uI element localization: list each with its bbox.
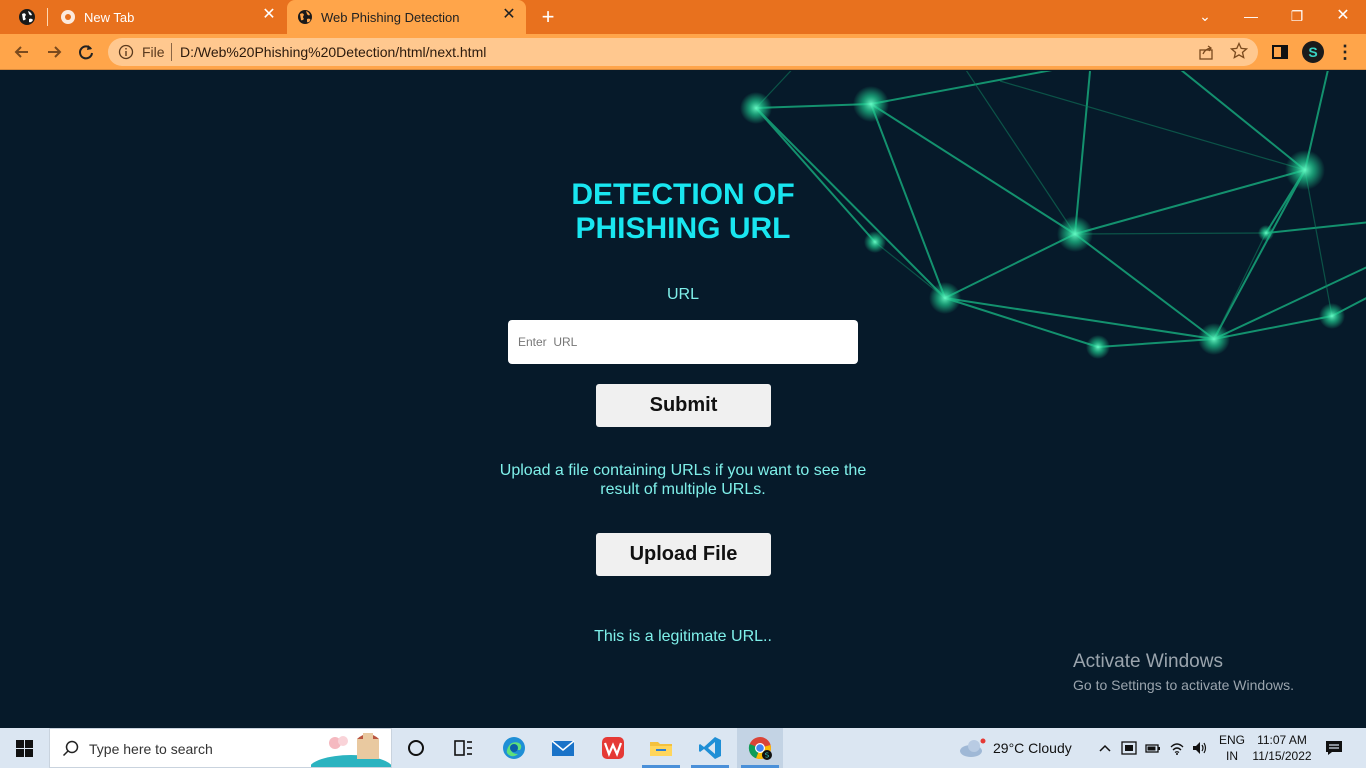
edge-icon: [503, 737, 525, 759]
svg-text:S: S: [765, 752, 770, 760]
bookmark-star-icon[interactable]: [1230, 42, 1248, 60]
tab-title: Web Phishing Detection: [321, 10, 460, 25]
forward-arrow-icon[interactable]: [44, 42, 64, 62]
region-code: IN: [1226, 749, 1238, 763]
upload-file-button[interactable]: Upload File: [596, 533, 771, 576]
taskbar-mail[interactable]: [540, 728, 586, 768]
address-bar[interactable]: File D:/Web%20Phishing%20Detection/html/…: [108, 38, 1258, 66]
minimize-icon[interactable]: —: [1241, 6, 1261, 26]
tab-title: New Tab: [84, 10, 135, 25]
page-title-line-1: DETECTION OF: [571, 178, 795, 211]
cortana-icon: [408, 740, 424, 756]
windows-taskbar: Type here to search S 29°C Cloudy ENG IN…: [0, 728, 1366, 768]
info-icon[interactable]: [118, 44, 134, 60]
new-tab-plus-icon[interactable]: +: [538, 6, 558, 28]
weather-text[interactable]: 29°C Cloudy: [993, 740, 1072, 756]
activate-windows-watermark: Activate Windows Go to Settings to activ…: [1073, 651, 1294, 693]
taskbar-edge[interactable]: [491, 728, 537, 768]
result-message: This is a legitimate URL..: [594, 628, 772, 645]
taskbar-search[interactable]: Type here to search: [49, 728, 392, 768]
taskbar-chrome[interactable]: S: [737, 728, 783, 768]
more-menu-icon[interactable]: ⋮: [1336, 42, 1354, 62]
page-title-line-2: PHISHING URL: [575, 212, 791, 245]
taskbar-wps[interactable]: [590, 728, 636, 768]
address-separator: [171, 43, 172, 61]
language-code: ENG: [1219, 733, 1246, 747]
tab-bar: New Tab ✕ Web Phishing Detection ✕ + ⌄ —…: [0, 0, 1366, 34]
cloud-weather-icon[interactable]: [958, 738, 988, 758]
system-clock[interactable]: 11:07 AM 11/15/2022: [1252, 732, 1312, 764]
watermark-title: Activate Windows: [1073, 651, 1223, 672]
side-panel-icon[interactable]: [1270, 42, 1290, 62]
browser-toolbar: File D:/Web%20Phishing%20Detection/html/…: [0, 34, 1366, 70]
back-arrow-icon[interactable]: [12, 42, 32, 62]
close-window-icon[interactable]: ✕: [1333, 6, 1353, 26]
url-input[interactable]: [508, 320, 858, 364]
globe-icon: [298, 10, 312, 24]
chrome-icon: [61, 10, 75, 24]
scheme-label: File: [142, 44, 165, 60]
notification-icon[interactable]: [1325, 739, 1343, 757]
page-title: DETECTION OF PHISHING URL: [483, 178, 883, 246]
page-content: DETECTION OF PHISHING URL URL Submit Upl…: [0, 71, 1366, 728]
language-indicator[interactable]: ENG IN: [1219, 732, 1245, 764]
battery-icon[interactable]: [1145, 740, 1161, 756]
wps-icon: [602, 737, 624, 759]
clock-time: 11:07 AM: [1257, 733, 1307, 747]
search-placeholder: Type here to search: [89, 741, 213, 757]
mail-icon: [551, 740, 575, 756]
watermark-subtitle: Go to Settings to activate Windows.: [1073, 677, 1294, 693]
tab-separator: [47, 8, 48, 26]
taskbar-vscode[interactable]: [687, 728, 733, 768]
volume-icon[interactable]: [1192, 740, 1208, 756]
profile-avatar[interactable]: S: [1302, 41, 1324, 63]
search-highlight-illustration: [311, 733, 391, 767]
task-view-icon: [454, 740, 472, 756]
restore-icon[interactable]: ❐: [1287, 6, 1307, 26]
address-url[interactable]: D:/Web%20Phishing%20Detection/html/next.…: [180, 44, 486, 60]
tray-app-icon[interactable]: [1121, 740, 1137, 756]
search-icon: [62, 740, 79, 757]
chevron-up-icon[interactable]: [1097, 740, 1113, 756]
chrome-icon: S: [748, 737, 772, 760]
taskbar-file-explorer[interactable]: [638, 728, 684, 768]
url-label: URL: [666, 286, 699, 303]
taskbar-cortana[interactable]: [393, 728, 439, 768]
close-tab-icon[interactable]: ✕: [262, 7, 276, 23]
tab-new-tab[interactable]: New Tab ✕: [50, 0, 286, 34]
reload-icon[interactable]: [76, 42, 96, 62]
clock-date: 11/15/2022: [1252, 749, 1312, 763]
vscode-icon: [699, 737, 721, 759]
share-icon[interactable]: [1198, 44, 1214, 60]
taskbar-task-view[interactable]: [440, 728, 486, 768]
windows-start-icon[interactable]: [16, 740, 33, 757]
tab-web-phishing-detection[interactable]: Web Phishing Detection ✕: [287, 0, 526, 34]
upload-instructions: Upload a file containing URLs if you wan…: [499, 462, 867, 498]
file-explorer-icon: [650, 742, 672, 756]
close-tab-icon[interactable]: ✕: [502, 7, 516, 23]
globe-icon[interactable]: [18, 8, 36, 26]
chevron-down-icon[interactable]: ⌄: [1195, 6, 1215, 26]
submit-button[interactable]: Submit: [596, 384, 771, 427]
network-background-graphic: [740, 71, 1366, 359]
wifi-icon[interactable]: [1169, 740, 1185, 756]
